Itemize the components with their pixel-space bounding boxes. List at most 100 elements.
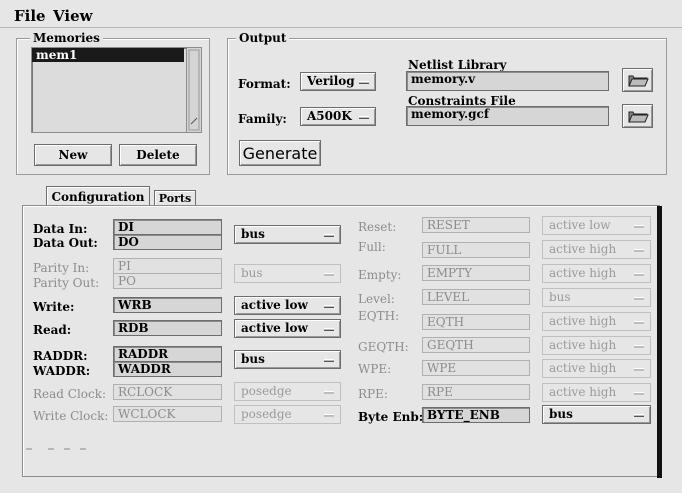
parity-in-field[interactable]: PI (113, 258, 222, 274)
addr-bus-value: bus (241, 352, 265, 366)
wpe-polarity-value: active high (549, 361, 617, 375)
memories-list[interactable]: mem1 (31, 47, 202, 133)
output-title: Output (236, 31, 290, 45)
read-field[interactable]: RDB (113, 320, 222, 336)
option-menu-icon (359, 81, 369, 84)
wpe-label: WPE: (358, 362, 392, 376)
level-bus-value: bus (549, 290, 571, 304)
option-menu-icon (324, 305, 334, 308)
option-menu-icon (634, 225, 644, 228)
memories-title: Memories (30, 31, 103, 45)
netlist-browse-button[interactable] (622, 68, 653, 92)
menu-bar: File View (0, 0, 682, 28)
geqth-field[interactable]: GEQTH (422, 337, 530, 353)
rpe-field[interactable]: RPE (422, 384, 530, 400)
eqth-polarity-value: active high (549, 314, 617, 328)
geqth-polarity-value: active high (549, 338, 617, 352)
option-menu-icon (324, 273, 334, 276)
wpe-polarity-select[interactable]: active high (542, 359, 651, 378)
option-menu-icon (634, 392, 644, 395)
reset-field[interactable]: RESET (422, 217, 530, 233)
format-select[interactable]: Verilog (300, 72, 376, 91)
option-menu-icon (634, 273, 644, 276)
dash-marks-icon (26, 448, 86, 450)
scrollbar-arrows-icon (188, 49, 200, 131)
menu-file[interactable]: File (14, 7, 46, 25)
family-label: Family: (238, 112, 287, 126)
write-clock-edge-select[interactable]: posedge (234, 405, 341, 424)
geqth-polarity-select[interactable]: active high (542, 336, 651, 355)
read-clock-edge-value: posedge (241, 384, 292, 398)
memories-scrollbar[interactable] (186, 48, 201, 132)
byte-enb-bus-select[interactable]: bus (542, 405, 651, 424)
addr-bus-select[interactable]: bus (234, 350, 341, 369)
netlist-library-field[interactable]: memory.v (406, 71, 609, 91)
write-clock-edge-value: posedge (241, 407, 292, 421)
parity-bus-value: bus (241, 266, 263, 280)
full-field[interactable]: FULL (422, 242, 530, 258)
waddr-field[interactable]: WADDR (113, 361, 222, 377)
family-value: A500K (307, 109, 352, 123)
option-menu-icon (634, 368, 644, 371)
read-polarity-select[interactable]: active low (234, 319, 341, 338)
level-bus-select[interactable]: bus (542, 288, 651, 307)
option-menu-icon (324, 391, 334, 394)
option-menu-icon (324, 414, 334, 417)
panel-decoration (24, 440, 94, 454)
read-polarity-value: active low (241, 321, 308, 335)
waddr-label: WADDR: (33, 364, 91, 378)
write-label: Write: (33, 300, 75, 314)
eqth-polarity-select[interactable]: active high (542, 312, 651, 331)
rpe-polarity-select[interactable]: active high (542, 383, 651, 402)
menu-view[interactable]: View (53, 7, 93, 25)
netlist-library-label: Netlist Library (408, 58, 507, 72)
byte-enb-field[interactable]: BYTE_ENB (422, 407, 530, 423)
reset-label: Reset: (358, 220, 397, 234)
eqth-field[interactable]: EQTH (422, 314, 530, 330)
full-polarity-select[interactable]: active high (542, 240, 651, 259)
new-button[interactable]: New (34, 144, 112, 166)
write-polarity-select[interactable]: active low (234, 296, 341, 315)
generate-button[interactable]: Generate (239, 140, 321, 166)
tab-configuration[interactable]: Configuration (46, 186, 150, 206)
delete-button[interactable]: Delete (119, 144, 197, 166)
empty-field[interactable]: EMPTY (422, 265, 530, 281)
format-label: Format: (238, 77, 291, 91)
list-item[interactable]: mem1 (32, 48, 184, 62)
family-select[interactable]: A500K (300, 107, 376, 126)
read-clock-label: Read Clock: (33, 387, 107, 401)
option-menu-icon (634, 414, 644, 417)
write-polarity-value: active low (241, 298, 308, 312)
raddr-field[interactable]: RADDR (113, 346, 222, 362)
parity-out-field[interactable]: PO (113, 273, 222, 289)
parity-in-label: Parity In: (33, 261, 90, 275)
reset-polarity-select[interactable]: active low (542, 216, 651, 235)
folder-icon (627, 75, 649, 87)
read-clock-edge-select[interactable]: posedge (234, 382, 341, 401)
read-clock-field[interactable]: RCLOCK (113, 384, 222, 400)
data-out-field[interactable]: DO (113, 234, 222, 250)
data-bus-select[interactable]: bus (234, 225, 341, 244)
option-menu-icon (359, 116, 369, 119)
byte-enb-bus-value: bus (549, 407, 573, 421)
folder-icon (627, 111, 649, 123)
empty-polarity-value: active high (549, 266, 617, 280)
tab-ports[interactable]: Ports (154, 190, 196, 206)
level-field[interactable]: LEVEL (422, 289, 530, 305)
constraints-file-field[interactable]: memory.gcf (406, 106, 609, 126)
reset-polarity-value: active low (549, 218, 611, 232)
level-label: Level: (358, 292, 395, 306)
rpe-label: RPE: (358, 387, 388, 401)
option-menu-icon (634, 249, 644, 252)
full-label: Full: (358, 240, 386, 254)
wpe-field[interactable]: WPE (422, 360, 530, 376)
byte-enb-label: Byte Enb: (358, 410, 424, 424)
write-clock-field[interactable]: WCLOCK (113, 406, 222, 422)
write-field[interactable]: WRB (113, 297, 222, 313)
empty-polarity-select[interactable]: active high (542, 264, 651, 283)
parity-bus-select[interactable]: bus (234, 264, 341, 283)
data-in-field[interactable]: DI (113, 219, 222, 235)
raddr-label: RADDR: (33, 349, 88, 363)
constraints-browse-button[interactable] (622, 104, 653, 128)
data-bus-value: bus (241, 227, 265, 241)
